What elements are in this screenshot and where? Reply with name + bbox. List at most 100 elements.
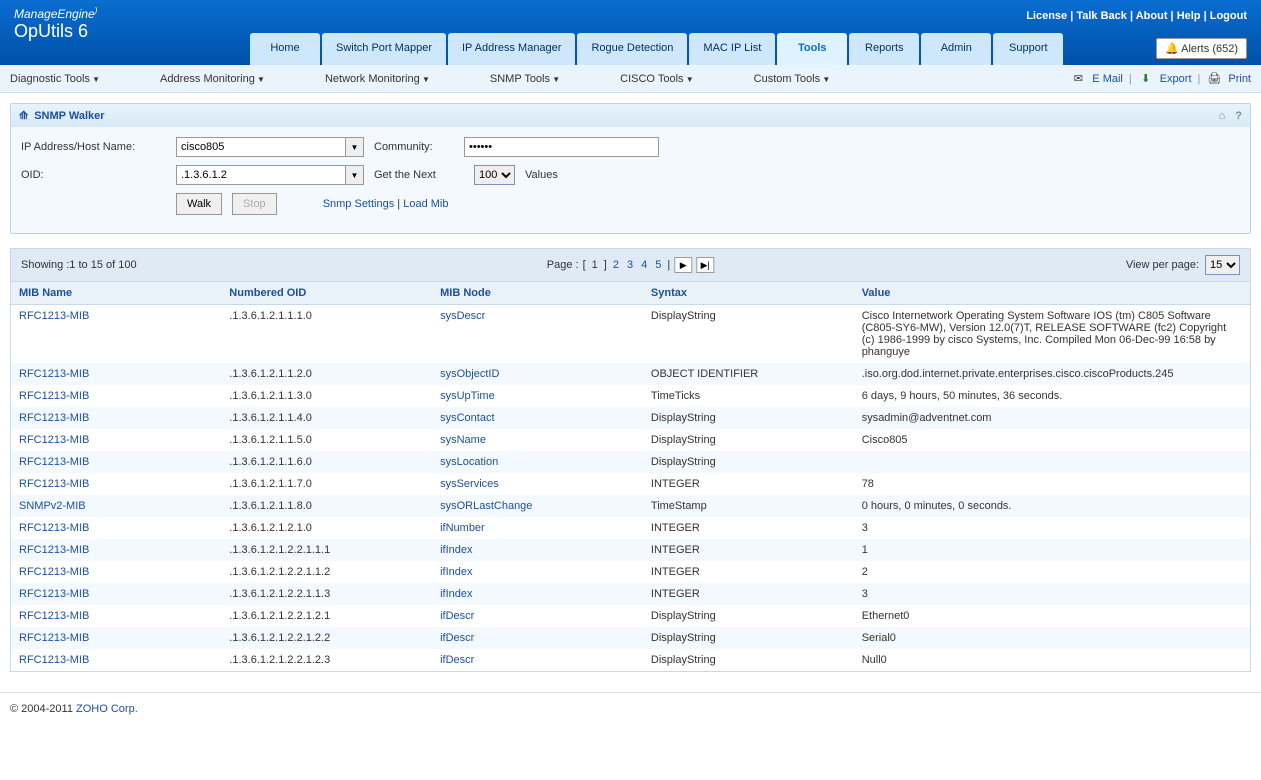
- ip-dropdown-btn[interactable]: ▼: [346, 137, 364, 157]
- cell-syntax: DisplayString: [643, 649, 854, 672]
- cell-node[interactable]: ifNumber: [432, 517, 643, 539]
- cell-mib[interactable]: RFC1213-MIB: [11, 649, 222, 672]
- tab-reports[interactable]: Reports: [849, 33, 919, 65]
- cell-node[interactable]: sysLocation: [432, 451, 643, 473]
- cell-mib[interactable]: RFC1213-MIB: [11, 517, 222, 539]
- top-links: License | Talk Back | About | Help | Log…: [1026, 10, 1247, 22]
- cell-syntax: OBJECT IDENTIFIER: [643, 363, 854, 385]
- cell-mib[interactable]: RFC1213-MIB: [11, 305, 222, 364]
- cell-node[interactable]: sysDescr: [432, 305, 643, 364]
- stop-button[interactable]: Stop: [232, 193, 277, 215]
- col-oid[interactable]: Numbered OID: [221, 282, 432, 305]
- cell-node[interactable]: sysORLastChange: [432, 495, 643, 517]
- mail-icon: ✉: [1070, 72, 1086, 85]
- tab-tools[interactable]: Tools: [777, 33, 847, 65]
- cell-node[interactable]: ifDescr: [432, 627, 643, 649]
- subnav-address[interactable]: Address Monitoring: [160, 73, 265, 85]
- tab-switch-port-mapper[interactable]: Switch Port Mapper: [322, 33, 446, 65]
- page-3[interactable]: 3: [625, 259, 635, 271]
- header: ManageEngine) OpUtils 6 License | Talk B…: [0, 0, 1261, 65]
- cell-node[interactable]: sysUpTime: [432, 385, 643, 407]
- subnav-snmp[interactable]: SNMP Tools: [490, 73, 560, 85]
- col-value[interactable]: Value: [854, 282, 1251, 305]
- cell-node[interactable]: sysName: [432, 429, 643, 451]
- col-node[interactable]: MIB Node: [432, 282, 643, 305]
- cell-node[interactable]: ifIndex: [432, 539, 643, 561]
- getnext-label: Get the Next: [374, 169, 464, 181]
- help-icon[interactable]: ?: [1235, 110, 1242, 122]
- cell-oid: .1.3.6.1.2.1.1.7.0: [221, 473, 432, 495]
- link-help[interactable]: Help: [1177, 10, 1201, 22]
- subnav-custom[interactable]: Custom Tools: [754, 73, 831, 85]
- cell-value: Cisco Internetwork Operating System Soft…: [854, 305, 1251, 364]
- view-per-page-select[interactable]: 15: [1205, 255, 1240, 275]
- page-2[interactable]: 2: [611, 259, 621, 271]
- cell-oid: .1.3.6.1.2.1.2.1.0: [221, 517, 432, 539]
- home-icon[interactable]: ⌂: [1219, 110, 1226, 122]
- tab-rogue-detection[interactable]: Rogue Detection: [577, 33, 687, 65]
- community-input[interactable]: [464, 137, 659, 157]
- cell-mib[interactable]: RFC1213-MIB: [11, 451, 222, 473]
- showing-text: Showing :1 to 15 of 100: [21, 259, 137, 271]
- last-page-btn[interactable]: ▶|: [696, 257, 714, 273]
- subnav-cisco[interactable]: CISCO Tools: [620, 73, 694, 85]
- cell-mib[interactable]: RFC1213-MIB: [11, 363, 222, 385]
- alerts-badge[interactable]: 🔔 Alerts (652): [1156, 38, 1247, 59]
- tab-admin[interactable]: Admin: [921, 33, 991, 65]
- oid-dropdown-btn[interactable]: ▼: [346, 165, 364, 185]
- cell-mib[interactable]: RFC1213-MIB: [11, 429, 222, 451]
- alerts-count: (652): [1212, 43, 1238, 55]
- tab-mac-ip-list[interactable]: MAC IP List: [689, 33, 775, 65]
- cell-mib[interactable]: RFC1213-MIB: [11, 473, 222, 495]
- tab-home[interactable]: Home: [250, 33, 320, 65]
- copyright: © 2004-2011: [10, 703, 76, 715]
- cell-mib[interactable]: RFC1213-MIB: [11, 561, 222, 583]
- email-link[interactable]: E Mail: [1092, 73, 1123, 85]
- tab-ip-address-manager[interactable]: IP Address Manager: [448, 33, 575, 65]
- cell-node[interactable]: sysObjectID: [432, 363, 643, 385]
- subnav-diagnostic[interactable]: Diagnostic Tools: [10, 73, 100, 85]
- walk-button[interactable]: Walk: [176, 193, 222, 215]
- cell-node[interactable]: sysContact: [432, 407, 643, 429]
- link-logout[interactable]: Logout: [1210, 10, 1247, 22]
- export-link[interactable]: Export: [1160, 73, 1192, 85]
- load-mib-link[interactable]: Load Mib: [403, 198, 448, 210]
- count-select[interactable]: 100: [474, 165, 515, 185]
- snmp-walker-panel: ⟰ SNMP Walker ⌂ ? IP Address/Host Name: …: [10, 103, 1251, 234]
- cell-node[interactable]: ifIndex: [432, 561, 643, 583]
- table-row: RFC1213-MIB.1.3.6.1.2.1.2.1.0ifNumberINT…: [11, 517, 1251, 539]
- cell-node[interactable]: ifDescr: [432, 605, 643, 627]
- subnav-network[interactable]: Network Monitoring: [325, 73, 430, 85]
- brand-company: ManageEngine: [14, 7, 95, 21]
- zoho-link[interactable]: ZOHO Corp.: [76, 703, 138, 715]
- tab-support[interactable]: Support: [993, 33, 1063, 65]
- col-syntax[interactable]: Syntax: [643, 282, 854, 305]
- cell-mib[interactable]: RFC1213-MIB: [11, 627, 222, 649]
- oid-input[interactable]: [176, 165, 346, 185]
- cell-mib[interactable]: RFC1213-MIB: [11, 605, 222, 627]
- print-link[interactable]: Print: [1228, 73, 1251, 85]
- page-5[interactable]: 5: [653, 259, 663, 271]
- cell-mib[interactable]: SNMPv2-MIB: [11, 495, 222, 517]
- cell-mib[interactable]: RFC1213-MIB: [11, 539, 222, 561]
- col-mib-name[interactable]: MIB Name: [11, 282, 222, 305]
- cell-mib[interactable]: RFC1213-MIB: [11, 407, 222, 429]
- cell-mib[interactable]: RFC1213-MIB: [11, 385, 222, 407]
- snmp-settings-link[interactable]: Snmp Settings: [323, 198, 395, 210]
- cell-node[interactable]: ifDescr: [432, 649, 643, 672]
- cell-mib[interactable]: RFC1213-MIB: [11, 583, 222, 605]
- footer: © 2004-2011 ZOHO Corp.: [0, 692, 1261, 725]
- ip-input[interactable]: [176, 137, 346, 157]
- cell-node[interactable]: sysServices: [432, 473, 643, 495]
- cell-syntax: DisplayString: [643, 627, 854, 649]
- page-4[interactable]: 4: [639, 259, 649, 271]
- next-page-btn[interactable]: ▶: [674, 257, 692, 273]
- page-1[interactable]: 1: [590, 259, 600, 271]
- link-about[interactable]: About: [1136, 10, 1168, 22]
- cell-node[interactable]: ifIndex: [432, 583, 643, 605]
- cell-syntax: DisplayString: [643, 407, 854, 429]
- cell-value: 3: [854, 583, 1251, 605]
- link-talkback[interactable]: Talk Back: [1076, 10, 1127, 22]
- cell-syntax: TimeTicks: [643, 385, 854, 407]
- link-license[interactable]: License: [1026, 10, 1067, 22]
